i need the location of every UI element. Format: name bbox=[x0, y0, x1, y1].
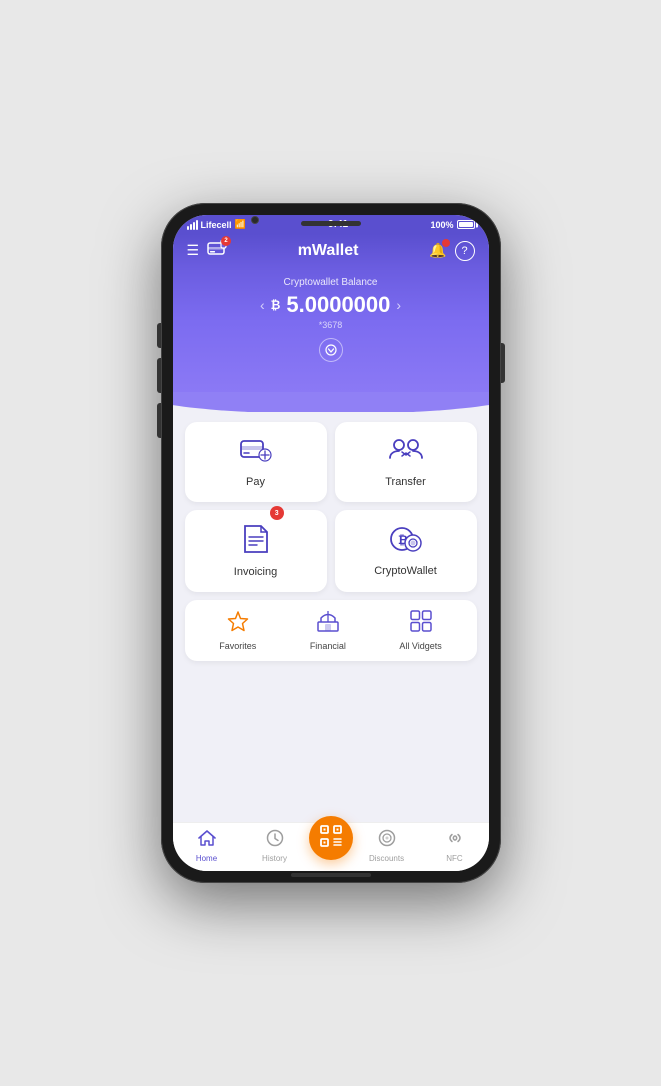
favorites-icon bbox=[227, 610, 249, 637]
expand-balance-button[interactable] bbox=[319, 338, 343, 362]
favorites-label: Favorites bbox=[219, 641, 256, 651]
financial-icon bbox=[317, 610, 339, 637]
wave-divider bbox=[173, 392, 489, 412]
balance-currency: ₿ bbox=[271, 298, 281, 312]
history-label: History bbox=[262, 854, 287, 863]
account-number: *3678 bbox=[193, 320, 469, 330]
invoice-badge: 3 bbox=[270, 506, 284, 520]
discounts-icon bbox=[378, 829, 396, 852]
all-vidgets-button[interactable]: All Vidgets bbox=[399, 610, 441, 651]
cryptowallet-button[interactable]: ₿ CryptoWallet bbox=[335, 510, 477, 592]
balance-label: Cryptowallet Balance bbox=[193, 277, 469, 288]
nfc-icon bbox=[446, 829, 464, 852]
all-vidgets-icon bbox=[410, 610, 432, 637]
phone-frame: Lifecell 📶 9:41 100% ☰ bbox=[161, 203, 501, 883]
nav-discounts[interactable]: Discounts bbox=[353, 829, 421, 863]
transfer-label: Transfer bbox=[385, 476, 426, 488]
all-vidgets-label: All Vidgets bbox=[399, 641, 441, 651]
time-display: 9:41 bbox=[328, 219, 348, 230]
pay-label: Pay bbox=[246, 476, 265, 488]
main-content: Pay Transfer bbox=[173, 412, 489, 822]
status-left: Lifecell 📶 bbox=[187, 219, 246, 230]
phone-screen: Lifecell 📶 9:41 100% ☰ bbox=[173, 215, 489, 871]
crypto-icon: ₿ bbox=[389, 525, 423, 559]
invoicing-button[interactable]: 3 Invoicing bbox=[185, 510, 327, 592]
bell-wrap[interactable]: 🔔 bbox=[429, 242, 446, 260]
scan-icon bbox=[320, 825, 342, 852]
camera bbox=[251, 216, 259, 224]
bottom-nav: Home History bbox=[173, 822, 489, 871]
scan-button[interactable] bbox=[309, 816, 353, 860]
pay-icon bbox=[240, 436, 272, 470]
volume-up-button bbox=[157, 323, 161, 348]
financial-label: Financial bbox=[310, 641, 346, 651]
bell-badge bbox=[442, 239, 450, 247]
battery-label: 100% bbox=[430, 220, 453, 230]
nav-history[interactable]: History bbox=[241, 829, 309, 863]
balance-amount: 5.0000000 bbox=[286, 292, 390, 318]
nav-nfc[interactable]: NFC bbox=[421, 829, 489, 863]
pay-button[interactable]: Pay bbox=[185, 422, 327, 502]
status-bar: Lifecell 📶 9:41 100% bbox=[173, 215, 489, 234]
status-right: 100% bbox=[430, 220, 474, 230]
battery-fill bbox=[459, 222, 473, 227]
nav-home[interactable]: Home bbox=[173, 829, 241, 863]
transfer-button[interactable]: Transfer bbox=[335, 422, 477, 502]
home-label: Home bbox=[196, 854, 217, 863]
app-title: mWallet bbox=[298, 242, 359, 260]
prev-account-button[interactable]: ‹ bbox=[260, 297, 265, 313]
header-top: ☰ 2 bbox=[187, 240, 475, 261]
invoice-icon bbox=[243, 524, 269, 560]
silent-button bbox=[157, 403, 161, 438]
nfc-label: NFC bbox=[446, 854, 462, 863]
signal-icon bbox=[187, 220, 198, 230]
menu-icon[interactable]: ☰ bbox=[187, 242, 200, 259]
app-header: ☰ 2 bbox=[173, 234, 489, 269]
carrier-label: Lifecell bbox=[201, 220, 232, 230]
header-left: ☰ 2 bbox=[187, 240, 228, 261]
wifi-icon: 📶 bbox=[235, 219, 246, 230]
favorites-button[interactable]: Favorites bbox=[219, 610, 256, 651]
home-icon bbox=[198, 829, 216, 852]
transfer-icon bbox=[389, 436, 423, 470]
help-icon[interactable]: ? bbox=[455, 241, 475, 261]
header-right: 🔔 ? bbox=[429, 241, 474, 261]
balance-row: ‹ ₿ 5.0000000 › bbox=[193, 292, 469, 318]
next-account-button[interactable]: › bbox=[396, 297, 401, 313]
power-button bbox=[501, 343, 505, 383]
invoicing-label: Invoicing bbox=[234, 566, 277, 578]
volume-down-button bbox=[157, 358, 161, 393]
discounts-label: Discounts bbox=[369, 854, 404, 863]
history-icon bbox=[266, 829, 284, 852]
cryptowallet-label: CryptoWallet bbox=[374, 565, 437, 577]
financial-button[interactable]: Financial bbox=[310, 610, 346, 651]
service-grid: Pay Transfer bbox=[185, 422, 477, 592]
card-badge: 2 bbox=[221, 236, 231, 246]
widget-bar: Favorites Financial bbox=[185, 600, 477, 661]
balance-section: Cryptowallet Balance ‹ ₿ 5.0000000 › *36… bbox=[173, 269, 489, 392]
battery-icon bbox=[457, 220, 475, 229]
card-icon-wrap[interactable]: 2 bbox=[207, 240, 227, 261]
